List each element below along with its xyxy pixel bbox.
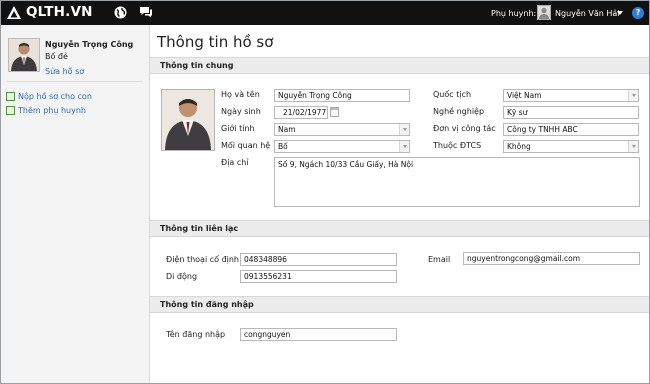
- top-bar: QLTH.VN Phụ huynh: Nguyễn Văn Hải ?: [1, 1, 649, 25]
- mobile-label: Di động: [166, 272, 198, 281]
- sidebar-item-add-parent[interactable]: Thêm phụ huynh: [6, 106, 86, 115]
- parent-label: Phụ huynh:: [491, 9, 537, 18]
- globe-icon[interactable]: [114, 6, 127, 19]
- profile-photo-large[interactable]: [161, 89, 215, 151]
- logo-text[interactable]: QLTH.VN: [26, 4, 93, 20]
- person-photo-icon: [162, 90, 214, 150]
- job-label: Nghề nghiệp: [433, 107, 485, 116]
- help-icon[interactable]: ?: [632, 7, 644, 19]
- section-login: Thông tin đăng nhập: [150, 296, 649, 313]
- priority-label: Thuộc ĐTCS: [433, 141, 482, 150]
- email-field[interactable]: nguyentrongcong@gmail.com: [463, 252, 640, 265]
- chevron-down-icon[interactable]: [617, 11, 623, 15]
- username-field[interactable]: congnguyen: [240, 328, 397, 341]
- gender-label: Giới tính: [221, 124, 255, 133]
- avatar-silhouette-icon: [539, 7, 549, 19]
- section-title: Thông tin chung: [160, 61, 234, 70]
- job-field[interactable]: Kỹ sư: [503, 106, 639, 119]
- address-label: Địa chỉ: [221, 158, 249, 167]
- user-add-icon: [6, 106, 15, 115]
- section-title: Thông tin đăng nhập: [160, 300, 254, 309]
- chevron-down-icon: [628, 90, 638, 101]
- sidebar-item-label: Thêm phụ huynh: [18, 106, 86, 115]
- gender-value: Nam: [278, 125, 296, 134]
- sidebar: Nguyễn Trọng Công Bố đẻ Sửa hồ sơ Nộp hồ…: [1, 25, 150, 383]
- sidebar-item-submit-profile[interactable]: Nộp hồ sơ cho con: [6, 92, 92, 101]
- fullname-label: Họ và tên: [221, 90, 260, 99]
- sidebar-divider: [7, 81, 143, 82]
- person-photo-icon: [9, 39, 39, 71]
- nationality-select[interactable]: Việt Nam: [503, 89, 639, 102]
- relation-select[interactable]: Bố: [274, 140, 410, 153]
- section-general: Thông tin chung: [150, 57, 649, 74]
- sidebar-item-label: Nộp hồ sơ cho con: [18, 92, 92, 101]
- workplace-label: Đơn vị công tác: [433, 124, 496, 133]
- fullname-field[interactable]: Nguyễn Trọng Công: [274, 89, 410, 102]
- chevron-down-icon: [628, 141, 638, 152]
- priority-value: Không: [507, 142, 531, 151]
- document-add-icon: [6, 92, 15, 101]
- edit-profile-link[interactable]: Sửa hồ sơ: [45, 67, 84, 76]
- section-title: Thông tin liên lạc: [160, 224, 239, 233]
- user-menu[interactable]: Nguyễn Văn Hải: [555, 9, 620, 18]
- nationality-label: Quốc tịch: [433, 90, 472, 99]
- chat-icon[interactable]: [139, 6, 153, 19]
- birthday-field[interactable]: 21/02/1977: [274, 106, 328, 119]
- mobile-field[interactable]: 0913556231: [240, 270, 397, 283]
- username-label: Tên đăng nhập: [166, 330, 226, 339]
- calendar-icon[interactable]: [330, 107, 339, 117]
- chevron-down-icon: [399, 124, 409, 135]
- relation-value: Bố: [278, 142, 288, 151]
- chevron-down-icon: [399, 141, 409, 152]
- gender-select[interactable]: Nam: [274, 123, 410, 136]
- landline-label: Điện thoại cố định: [166, 255, 240, 264]
- landline-field[interactable]: 048348896: [240, 253, 397, 266]
- email-label: Email: [428, 255, 451, 264]
- logo-icon: [7, 6, 21, 19]
- profile-role: Bố đẻ: [45, 52, 68, 61]
- nationality-value: Việt Nam: [507, 91, 542, 100]
- birthday-label: Ngày sinh: [221, 107, 261, 116]
- address-textarea[interactable]: Số 9, Ngách 10/33 Cầu Giấy, Hà Nội: [274, 157, 640, 207]
- profile-photo: [8, 38, 40, 72]
- profile-name: Nguyễn Trọng Công: [45, 40, 134, 49]
- section-contact: Thông tin liên lạc: [150, 220, 649, 237]
- relation-label: Mối quan hệ: [221, 141, 271, 150]
- page-title: Thông tin hồ sơ: [157, 33, 274, 51]
- priority-select[interactable]: Không: [503, 140, 639, 153]
- user-avatar[interactable]: [537, 5, 551, 20]
- workplace-field[interactable]: Công ty TNHH ABC: [503, 123, 639, 136]
